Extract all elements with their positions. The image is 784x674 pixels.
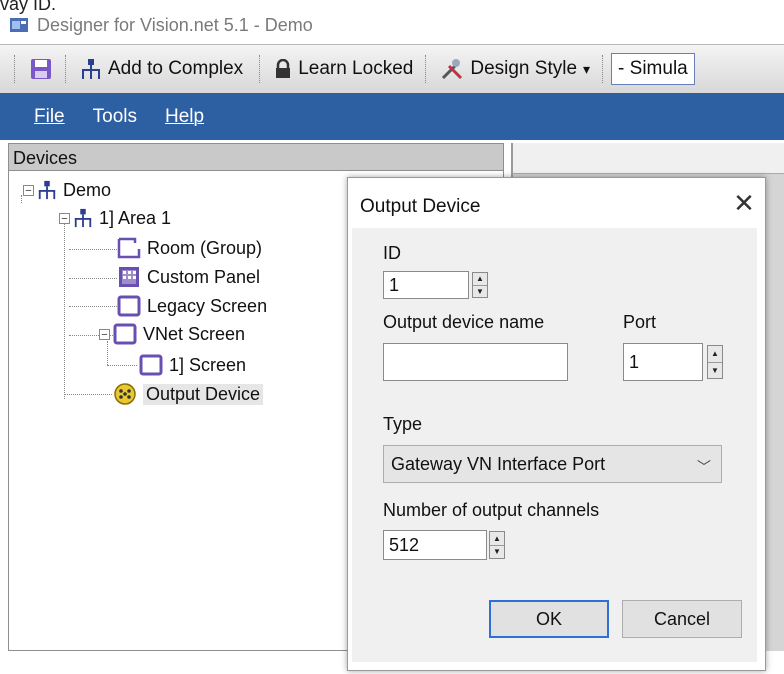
- collapse-icon[interactable]: −: [59, 212, 70, 224]
- port-stepper[interactable]: ▲ ▼: [707, 345, 723, 379]
- tree-label: Custom Panel: [147, 266, 261, 287]
- design-area-header: [511, 143, 784, 174]
- spin-up-icon[interactable]: ▲: [473, 273, 487, 285]
- spin-down-icon[interactable]: ▼: [490, 544, 504, 559]
- design-style-dropdown[interactable]: Design Style ▾: [434, 51, 596, 87]
- tree-label: Legacy Screen: [147, 295, 268, 316]
- port-field[interactable]: 1: [623, 343, 703, 381]
- channels-value: 512: [389, 534, 420, 555]
- lock-icon: [276, 59, 291, 78]
- toolbar-separator: [259, 55, 262, 83]
- channels-field[interactable]: 512: [383, 530, 487, 560]
- hierarchy-icon: [74, 208, 92, 228]
- simulate-dropdown[interactable]: - Simula: [611, 53, 695, 85]
- id-field[interactable]: 1: [383, 271, 469, 299]
- menu-file[interactable]: File: [34, 106, 65, 128]
- simulate-label: - Simula: [618, 58, 688, 79]
- save-button[interactable]: [23, 51, 59, 87]
- dialog-body: ID 1 ▲ ▼ Output device name Port 1 ▲ ▼ Typ…: [352, 228, 757, 662]
- learn-locked-button[interactable]: Learn Locked: [268, 51, 419, 87]
- tree-item-vnet-screen[interactable]: − VNet Screen: [99, 321, 245, 347]
- toolbar-separator: [425, 55, 428, 83]
- channels-stepper[interactable]: ▲ ▼: [489, 531, 505, 559]
- add-to-complex-label: Add to Complex: [108, 58, 244, 79]
- tree-item-custom-panel[interactable]: Custom Panel: [117, 264, 260, 290]
- devices-panel-header: Devices: [8, 143, 504, 171]
- toolbar-separator: [602, 55, 605, 83]
- tree-item-demo[interactable]: − Demo: [23, 177, 111, 203]
- hierarchy-icon: [82, 59, 100, 79]
- type-label: Type: [383, 414, 423, 434]
- tools-icon: [442, 59, 463, 80]
- id-label: ID: [383, 243, 401, 263]
- room-group-icon: [117, 237, 141, 259]
- tree-item-screen1[interactable]: 1] Screen: [139, 352, 246, 378]
- dialog-title: Output Device: [360, 196, 481, 217]
- menu-tools[interactable]: Tools: [93, 106, 137, 128]
- tree-label-selected: Output Device: [143, 383, 264, 405]
- output-device-name-field[interactable]: [383, 343, 568, 381]
- window-title: Designer for Vision.net 5.1 - Demo: [37, 14, 313, 35]
- custom-panel-icon: [119, 267, 139, 287]
- ok-label: OK: [535, 608, 562, 629]
- cancel-button[interactable]: Cancel: [622, 600, 742, 638]
- screen-icon: [139, 354, 163, 376]
- spin-up-icon[interactable]: ▲: [490, 532, 504, 545]
- spin-down-icon[interactable]: ▼: [473, 284, 487, 298]
- channels-label: Number of output channels: [383, 500, 600, 520]
- output-device-dialog: Output Device ✕ ID 1 ▲ ▼ Output device na…: [347, 177, 766, 671]
- tree-label: 1] Screen: [169, 354, 247, 375]
- title-bar: Designer for Vision.net 5.1 - Demo: [0, 10, 784, 40]
- design-style-label: Design Style: [470, 58, 578, 79]
- port-label: Port: [623, 312, 657, 332]
- toolbar-separator: [14, 55, 17, 83]
- tree-label: Room (Group): [147, 237, 263, 258]
- toolbar: Add to Complex Learn Locked Design Style…: [0, 44, 784, 94]
- close-icon[interactable]: ✕: [732, 188, 756, 219]
- chevron-down-icon: ▾: [583, 60, 591, 77]
- add-to-complex-button[interactable]: Add to Complex: [74, 51, 249, 87]
- save-icon: [31, 59, 51, 79]
- app-icon: [10, 18, 28, 32]
- type-value: Gateway VN Interface Port: [391, 453, 606, 474]
- menu-help[interactable]: Help: [165, 106, 204, 128]
- spin-down-icon[interactable]: ▼: [708, 361, 722, 379]
- learn-locked-label: Learn Locked: [298, 58, 414, 79]
- screen-icon: [113, 323, 137, 345]
- cancel-label: Cancel: [653, 608, 711, 629]
- ok-button[interactable]: OK: [489, 600, 609, 638]
- output-device-name-label: Output device name: [383, 312, 545, 332]
- id-value: 1: [389, 274, 400, 295]
- hierarchy-icon: [38, 180, 56, 200]
- menu-bar: File Tools Help: [0, 93, 784, 140]
- chevron-down-icon: ﹀: [697, 459, 711, 475]
- id-stepper[interactable]: ▲ ▼: [472, 272, 488, 298]
- tree-item-area1[interactable]: − 1] Area 1: [59, 205, 171, 231]
- tree-label: 1] Area 1: [99, 207, 172, 228]
- tree-label: VNet Screen: [143, 323, 246, 344]
- output-device-icon: [114, 383, 136, 405]
- collapse-icon[interactable]: −: [99, 328, 110, 340]
- tree-item-legacy-screen[interactable]: Legacy Screen: [117, 293, 267, 319]
- toolbar-separator: [65, 55, 68, 83]
- screen-icon: [117, 295, 141, 317]
- tree-label: Demo: [63, 179, 112, 200]
- spin-up-icon[interactable]: ▲: [708, 346, 722, 362]
- tree-item-room-group[interactable]: Room (Group): [117, 235, 262, 261]
- type-select[interactable]: Gateway VN Interface Port ﹀: [383, 445, 722, 483]
- port-value: 1: [629, 351, 640, 372]
- tree-item-output-device[interactable]: Output Device: [113, 381, 264, 407]
- collapse-icon[interactable]: −: [23, 184, 34, 196]
